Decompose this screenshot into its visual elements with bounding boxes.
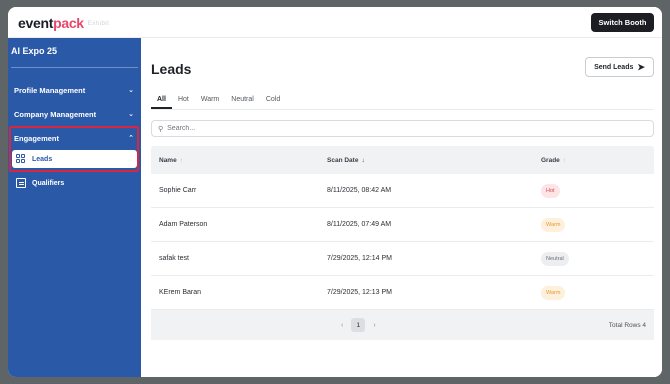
table-footer: ‹ 1 › Total Rows 4 [151, 310, 654, 340]
search-input[interactable] [167, 125, 628, 132]
table-row[interactable]: Adam Paterson 8/11/2025, 07:49 AM Warm [151, 208, 654, 242]
tabs-divider [151, 109, 654, 110]
search-box[interactable]: ⚲ [151, 120, 654, 137]
page-title: Leads [151, 61, 192, 77]
sidebar: AI Expo 25 Profile Management ⌄ Company … [8, 38, 141, 377]
send-icon: ➤ [637, 61, 645, 72]
pagination: ‹ 1 › [341, 318, 376, 332]
column-header-grade[interactable]: Grade ↑ [541, 157, 566, 164]
sidebar-item-leads[interactable]: Leads [12, 150, 137, 168]
sidebar-item-label: Leads [32, 155, 53, 163]
lead-name: KErem Baran [159, 289, 202, 296]
sidebar-item-qualifiers[interactable]: Qualifiers [12, 174, 137, 192]
lead-name: Sophie Carr [159, 187, 197, 194]
sidebar-item-label: Profile Management [14, 85, 86, 95]
column-header-scan-date[interactable]: Scan Date ↓ [327, 157, 365, 164]
sidebar-item-label: Company Management [14, 109, 97, 119]
switch-booth-button[interactable]: Switch Booth [591, 13, 654, 32]
logo-text-event: event [18, 15, 54, 31]
grade-badge: Warm [541, 217, 566, 232]
sort-up-icon: ↑ [562, 156, 567, 164]
grade-badge: Hot [541, 183, 560, 198]
lead-scan-date: 8/11/2025, 07:49 AM [327, 221, 392, 228]
sort-up-icon: ↑ [179, 156, 183, 164]
chevron-down-icon: ⌄ [128, 111, 134, 118]
logo-subtext: Exhibit [87, 21, 110, 28]
sidebar-item-profile-management[interactable]: Profile Management ⌄ [14, 82, 136, 98]
page-number-button[interactable]: 1 [351, 318, 366, 332]
lead-name: Adam Paterson [159, 221, 208, 228]
send-leads-label: Send Leads [594, 63, 634, 71]
lead-name: safak test [159, 255, 189, 262]
lead-scan-date: 7/29/2025, 12:13 PM [327, 289, 392, 296]
column-header-name[interactable]: Name ↑ [159, 157, 183, 164]
logo-text-pack: pack [53, 15, 84, 31]
table-row[interactable]: safak test 7/29/2025, 12:14 PM Neutral [151, 242, 654, 276]
tab-all[interactable]: All [151, 95, 172, 109]
prev-page-icon[interactable]: ‹ [341, 322, 343, 329]
top-bar: eventpack Exhibit Switch Booth [8, 7, 662, 38]
total-rows: Total Rows 4 [608, 321, 646, 329]
table-row[interactable]: Sophie Carr 8/11/2025, 08:42 AM Hot [151, 174, 654, 208]
chevron-up-icon: ⌃ [128, 135, 134, 142]
send-leads-button[interactable]: Send Leads ➤ [585, 57, 654, 77]
main-content: Leads Send Leads ➤ All Hot Warm Neutral … [141, 38, 662, 377]
tab-hot[interactable]: Hot [172, 95, 195, 109]
tab-warm[interactable]: Warm [195, 95, 225, 109]
eventpack-logo[interactable]: eventpack Exhibit [18, 15, 109, 31]
document-icon [16, 178, 26, 188]
table-row[interactable]: KErem Baran 7/29/2025, 12:13 PM Warm [151, 276, 654, 310]
next-page-icon[interactable]: › [373, 322, 375, 329]
sidebar-item-engagement[interactable]: Engagement ⌃ [14, 130, 136, 146]
event-title: AI Expo 25 [11, 46, 58, 56]
app-window: eventpack Exhibit Switch Booth AI Expo 25… [8, 7, 662, 377]
lead-scan-date: 8/11/2025, 08:42 AM [327, 187, 392, 194]
leads-table: Name ↑ Scan Date ↓ Grade ↑ Sophie Carr 8/11… [151, 146, 654, 340]
tab-neutral[interactable]: Neutral [225, 95, 260, 109]
grid-icon [16, 154, 26, 164]
grade-badge: Warm [541, 285, 566, 300]
grade-badge: Neutral [541, 251, 569, 266]
chevron-down-icon: ⌄ [128, 87, 134, 94]
table-header: Name ↑ Scan Date ↓ Grade ↑ [151, 146, 654, 174]
search-icon: ⚲ [158, 125, 164, 133]
sort-down-icon: ↓ [361, 156, 365, 164]
sidebar-item-company-management[interactable]: Company Management ⌄ [14, 106, 136, 122]
lead-scan-date: 7/29/2025, 12:14 PM [327, 255, 392, 262]
sidebar-item-label: Engagement [14, 133, 60, 143]
sidebar-item-label: Qualifiers [32, 179, 65, 187]
sidebar-divider [11, 67, 138, 68]
tab-cold[interactable]: Cold [260, 95, 286, 109]
